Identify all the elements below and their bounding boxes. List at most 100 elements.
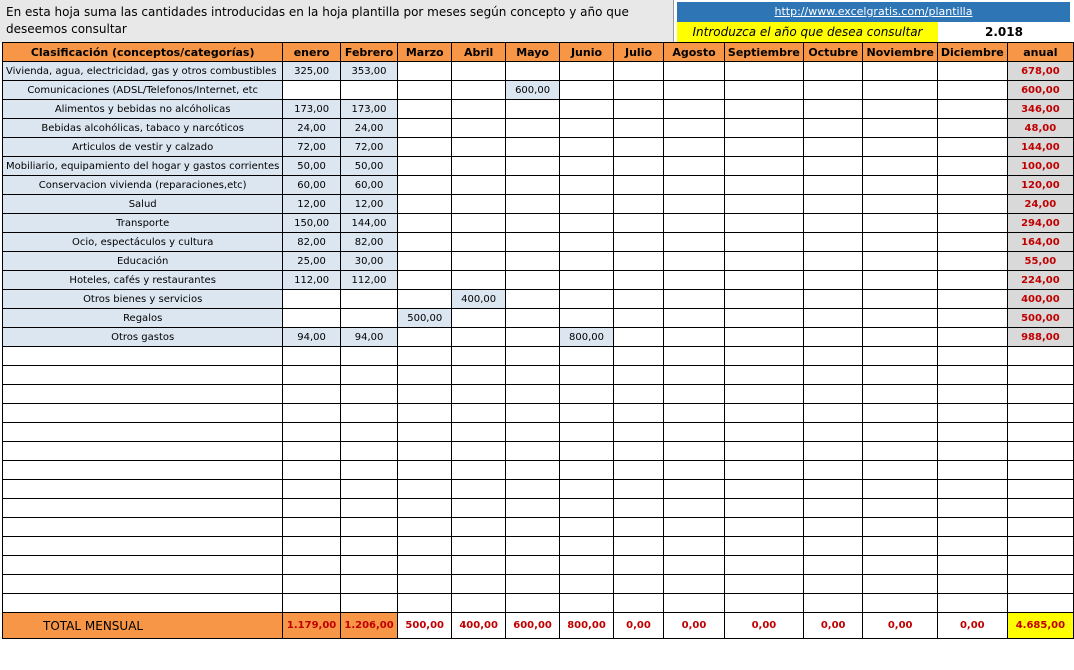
value-cell[interactable]: 60,00 <box>282 175 341 195</box>
empty-cell[interactable] <box>451 365 507 385</box>
category-label[interactable]: Salud <box>1 194 284 214</box>
empty-cell[interactable] <box>936 441 1008 461</box>
category-label[interactable]: Alimentos y bebidas no alcóholicas <box>1 99 284 119</box>
value-cell[interactable] <box>802 80 864 100</box>
category-label[interactable]: Articulos de vestir y calzado <box>1 137 284 157</box>
empty-cell[interactable] <box>397 536 453 556</box>
empty-cell[interactable] <box>1006 365 1074 385</box>
empty-cell[interactable] <box>612 441 665 461</box>
value-cell[interactable] <box>936 232 1008 252</box>
value-cell[interactable] <box>802 156 864 176</box>
value-cell[interactable] <box>723 213 804 233</box>
value-cell[interactable] <box>862 137 938 157</box>
value-cell[interactable] <box>451 80 507 100</box>
annual-total-cell[interactable]: 144,00 <box>1006 137 1074 157</box>
empty-cell[interactable] <box>802 346 864 366</box>
empty-cell[interactable] <box>1006 479 1074 499</box>
empty-cell[interactable] <box>505 365 561 385</box>
empty-cell[interactable] <box>723 555 804 575</box>
empty-cell[interactable] <box>723 479 804 499</box>
empty-cell[interactable] <box>505 498 561 518</box>
empty-cell[interactable] <box>862 403 938 423</box>
empty-cell[interactable] <box>397 403 453 423</box>
empty-cell[interactable] <box>282 479 341 499</box>
value-cell[interactable] <box>612 232 665 252</box>
empty-cell[interactable] <box>802 460 864 480</box>
empty-cell[interactable] <box>802 498 864 518</box>
empty-cell[interactable] <box>612 498 665 518</box>
empty-cell[interactable] <box>936 555 1008 575</box>
value-cell[interactable] <box>663 289 725 309</box>
value-cell[interactable] <box>663 61 725 81</box>
empty-cell[interactable] <box>339 536 399 556</box>
value-cell[interactable] <box>505 308 561 328</box>
value-cell[interactable] <box>936 156 1008 176</box>
column-header-10[interactable]: Octubre <box>802 42 864 62</box>
empty-cell[interactable] <box>802 536 864 556</box>
value-cell[interactable] <box>723 251 804 271</box>
empty-cell[interactable] <box>1006 460 1074 480</box>
empty-cell[interactable] <box>802 517 864 537</box>
empty-cell[interactable] <box>1006 536 1074 556</box>
empty-cell[interactable] <box>559 403 614 423</box>
empty-cell[interactable] <box>559 574 614 594</box>
value-cell[interactable] <box>663 232 725 252</box>
value-cell[interactable] <box>663 99 725 119</box>
value-cell[interactable]: 24,00 <box>282 118 341 138</box>
empty-cell[interactable] <box>559 365 614 385</box>
annual-total-cell[interactable]: 164,00 <box>1006 232 1074 252</box>
value-cell[interactable] <box>559 99 614 119</box>
column-header-12[interactable]: Diciembre <box>936 42 1008 62</box>
value-cell[interactable] <box>723 175 804 195</box>
value-cell[interactable]: 150,00 <box>282 213 341 233</box>
value-cell[interactable] <box>451 194 507 214</box>
value-cell[interactable] <box>559 232 614 252</box>
empty-cell[interactable] <box>612 422 665 442</box>
annual-total-cell[interactable]: 120,00 <box>1006 175 1074 195</box>
empty-cell[interactable] <box>936 460 1008 480</box>
column-header-9[interactable]: Septiembre <box>723 42 804 62</box>
value-cell[interactable]: 30,00 <box>339 251 399 271</box>
value-cell[interactable] <box>397 327 453 347</box>
empty-cell[interactable] <box>559 517 614 537</box>
annual-total-cell[interactable]: 678,00 <box>1006 61 1074 81</box>
empty-cell[interactable] <box>339 593 399 613</box>
empty-cell[interactable] <box>862 517 938 537</box>
value-cell[interactable] <box>397 175 453 195</box>
empty-cell[interactable] <box>1006 498 1074 518</box>
value-cell[interactable] <box>723 327 804 347</box>
monthly-total-cell[interactable]: 0,00 <box>723 612 804 639</box>
empty-cell[interactable] <box>282 365 341 385</box>
empty-cell[interactable] <box>612 460 665 480</box>
empty-cell[interactable] <box>802 593 864 613</box>
value-cell[interactable] <box>663 308 725 328</box>
value-cell[interactable] <box>802 61 864 81</box>
empty-cell[interactable] <box>1 365 284 385</box>
value-cell[interactable] <box>802 213 864 233</box>
value-cell[interactable] <box>802 118 864 138</box>
category-label[interactable]: Vivienda, agua, electricidad, gas y otro… <box>1 61 284 81</box>
empty-cell[interactable] <box>936 422 1008 442</box>
empty-cell[interactable] <box>936 593 1008 613</box>
empty-cell[interactable] <box>1006 346 1074 366</box>
empty-cell[interactable] <box>802 479 864 499</box>
value-cell[interactable] <box>862 156 938 176</box>
value-cell[interactable] <box>663 156 725 176</box>
annual-total-cell[interactable]: 600,00 <box>1006 80 1074 100</box>
value-cell[interactable] <box>936 308 1008 328</box>
value-cell[interactable] <box>339 289 399 309</box>
value-cell[interactable] <box>397 251 453 271</box>
empty-cell[interactable] <box>451 460 507 480</box>
empty-cell[interactable] <box>397 479 453 499</box>
value-cell[interactable] <box>862 194 938 214</box>
value-cell[interactable] <box>505 99 561 119</box>
annual-total-cell[interactable]: 48,00 <box>1006 118 1074 138</box>
empty-cell[interactable] <box>1 517 284 537</box>
empty-cell[interactable] <box>612 365 665 385</box>
value-cell[interactable] <box>862 80 938 100</box>
value-cell[interactable] <box>559 156 614 176</box>
column-header-5[interactable]: Mayo <box>505 42 561 62</box>
empty-cell[interactable] <box>397 517 453 537</box>
empty-cell[interactable] <box>802 365 864 385</box>
monthly-total-cell[interactable]: 0,00 <box>862 612 938 639</box>
